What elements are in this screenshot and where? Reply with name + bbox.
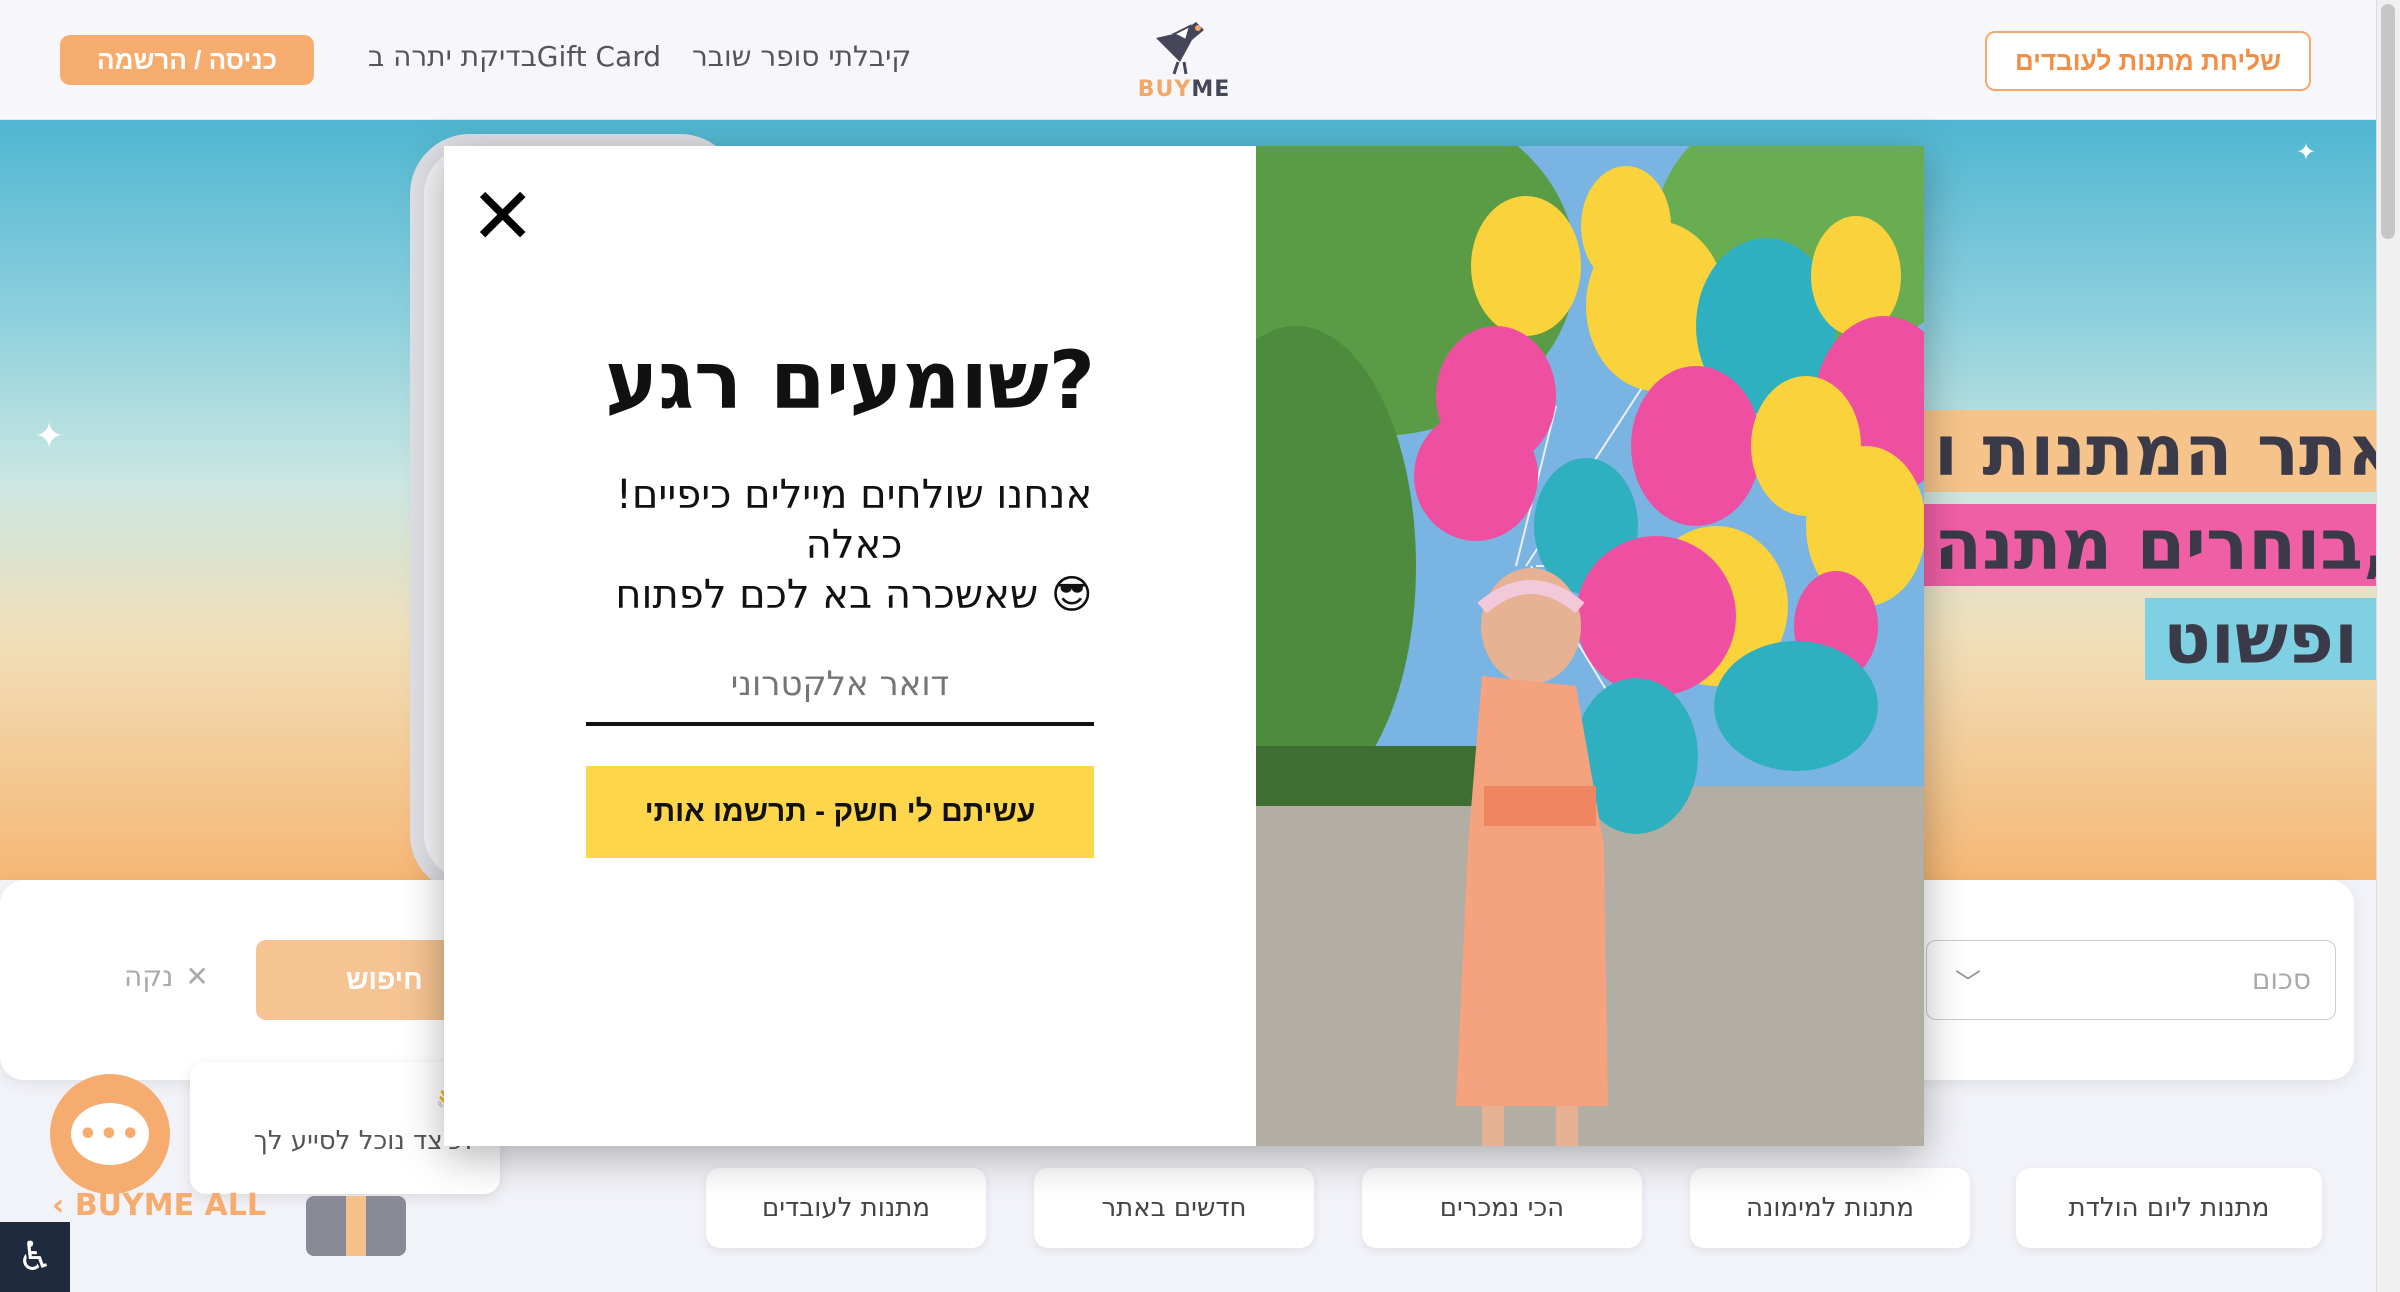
- modal-overlay: ✕ שומעים רגע? אנחנו שולחים מיילים כיפיים…: [0, 0, 2376, 1292]
- modal-subtitle-line: שאשכרה בא לכם לפתוח 😎: [615, 572, 1093, 618]
- balloons-photo: [1256, 146, 1924, 1146]
- modal-subtitle-line: אנחנו שולחים מיילים כיפיים! כאלה: [615, 472, 1093, 568]
- scrollbar-thumb[interactable]: [2381, 4, 2395, 239]
- modal-subtitle: אנחנו שולחים מיילים כיפיים! כאלה שאשכרה …: [564, 470, 1144, 620]
- newsletter-modal: ✕ שומעים רגע? אנחנו שולחים מיילים כיפיים…: [444, 146, 1924, 1146]
- balloons-illustration: [1256, 146, 1924, 1146]
- email-field[interactable]: [586, 646, 1094, 726]
- page-scrollbar[interactable]: [2376, 0, 2400, 1292]
- modal-form-panel: ✕ שומעים רגע? אנחנו שולחים מיילים כיפיים…: [444, 146, 1256, 1146]
- close-icon[interactable]: ✕: [470, 178, 535, 256]
- subscribe-button[interactable]: עשיתם לי חשק - תרשמו אותי: [586, 766, 1094, 858]
- modal-title: שומעים רגע?: [605, 334, 1095, 427]
